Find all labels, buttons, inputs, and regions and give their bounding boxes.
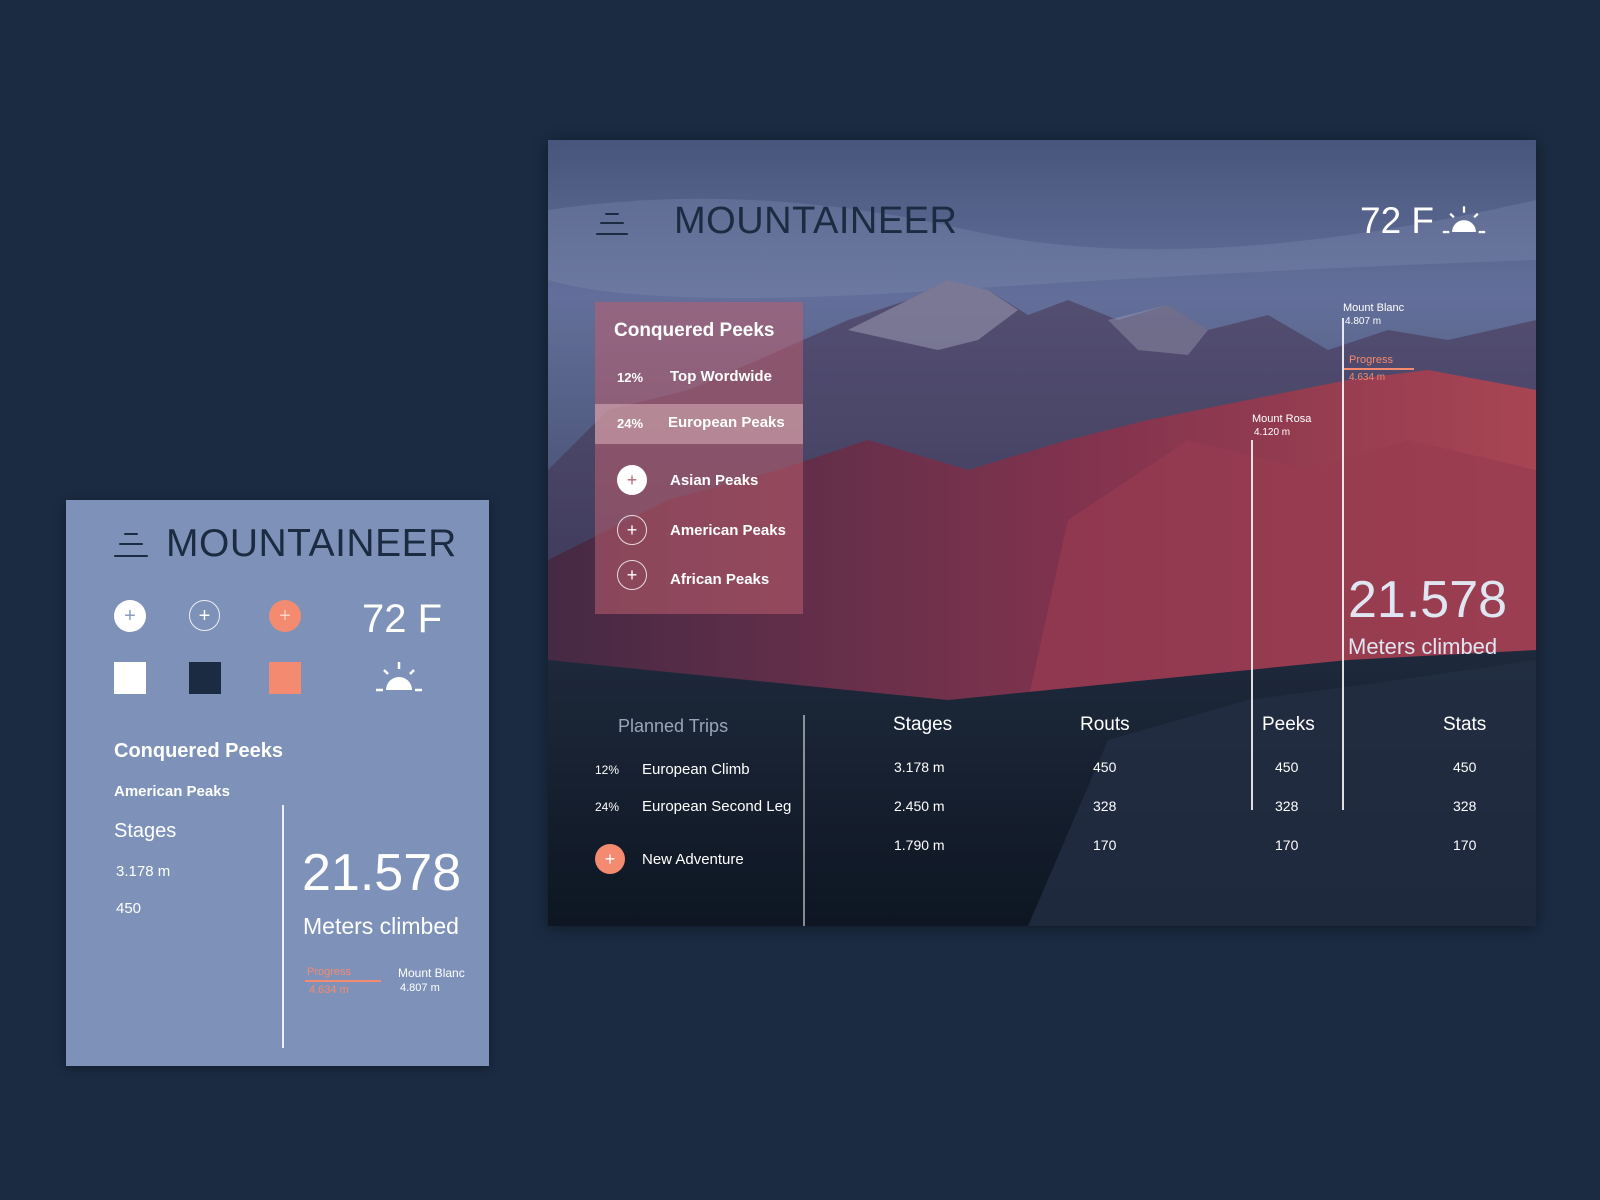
table-cell: 1.790 m — [894, 837, 945, 853]
stage-value: 3.178 m — [116, 863, 171, 880]
column-header-peeks: Peeks — [1262, 714, 1315, 735]
divider-line — [282, 805, 284, 1048]
column-header-routs: Routs — [1080, 714, 1130, 735]
plus-icon: + — [124, 605, 136, 627]
asian-peaks-label[interactable]: Asian Peaks — [670, 472, 758, 489]
add-button-coral[interactable]: + — [269, 600, 301, 632]
add-american-peaks-button[interactable]: + — [617, 515, 647, 545]
sunrise-icon — [1442, 206, 1486, 234]
conquered-peeks-panel: Conquered Peeks 12% Top Wordwide 24% Eur… — [595, 302, 803, 614]
meters-climbed-label: Meters climbed — [1348, 634, 1498, 659]
table-cell: 3.178 m — [894, 759, 945, 775]
plus-icon: + — [198, 604, 211, 627]
table-cell: 2.450 m — [894, 798, 945, 814]
add-button-outline[interactable]: + — [189, 600, 220, 631]
progress-label: Progress — [1349, 354, 1394, 366]
table-cell: 328 — [1275, 798, 1299, 814]
sunrise-icon — [376, 662, 422, 692]
trip-percent: 24% — [595, 800, 620, 814]
column-header-stats: Stats — [1443, 714, 1487, 735]
table-cell: 170 — [1093, 837, 1117, 853]
ranked-label: Top Wordwide — [670, 368, 772, 385]
add-button-white[interactable]: + — [114, 600, 146, 632]
trip-percent: 12% — [595, 763, 620, 777]
african-peaks-label[interactable]: African Peaks — [670, 571, 769, 588]
progress-line — [1344, 368, 1414, 370]
add-african-peaks-button[interactable]: + — [617, 560, 647, 590]
ranked-list-item[interactable]: 12% Top Wordwide — [595, 358, 803, 398]
ranked-label: European Peaks — [668, 414, 785, 431]
meters-climbed-value: 21.578 — [1348, 571, 1508, 629]
trip-name: European Climb — [642, 761, 750, 778]
mount-blanc-label: Mount Blanc — [1343, 302, 1405, 314]
trip-name: European Second Leg — [642, 798, 792, 815]
mount-blanc-height: 4.807 m — [1345, 316, 1382, 327]
column-header-stages: Stages — [893, 714, 953, 735]
conquered-peeks-title: Conquered Peeks — [614, 320, 775, 341]
plus-icon: + — [626, 565, 638, 585]
app-title: MOUNTAINEER — [674, 200, 958, 242]
progress-label: Progress — [307, 966, 352, 978]
table-cell: 328 — [1093, 798, 1117, 814]
meters-climbed-label: Meters climbed — [303, 913, 459, 939]
stage-value: 450 — [116, 900, 142, 917]
menu-icon[interactable] — [596, 211, 628, 237]
color-swatch-coral — [269, 662, 301, 694]
new-adventure-label[interactable]: New Adventure — [642, 851, 744, 868]
american-peaks-label[interactable]: American Peaks — [670, 522, 786, 539]
color-swatch-white — [114, 662, 146, 694]
progress-value: 4.634 m — [1349, 372, 1386, 383]
ranked-list-item-active[interactable]: 24% European Peaks — [595, 404, 803, 444]
peak-height: 4.807 m — [400, 982, 440, 994]
plus-icon: + — [626, 520, 638, 540]
table-cell: 170 — [1275, 837, 1299, 853]
table-cell: 170 — [1453, 837, 1477, 853]
table-cell: 450 — [1275, 759, 1299, 775]
menu-icon[interactable] — [114, 531, 148, 559]
color-swatch-navy — [189, 662, 221, 694]
plus-icon: + — [279, 605, 291, 627]
progress-value: 4.634 m — [309, 984, 349, 996]
style-guide-card: MOUNTAINEER + + + 72 F Conquered Peeks A… — [66, 500, 489, 1066]
mount-rosa-line — [1251, 440, 1253, 810]
ranked-percent: 12% — [617, 370, 644, 385]
table-divider — [803, 715, 805, 926]
mount-rosa-label: Mount Rosa — [1252, 413, 1312, 425]
progress-line — [305, 980, 381, 982]
trip-row[interactable]: 12% European Climb — [595, 755, 805, 785]
trip-row[interactable]: 24% European Second Leg — [595, 792, 805, 822]
table-cell: 328 — [1453, 798, 1477, 814]
app-title: MOUNTAINEER — [166, 522, 457, 565]
meters-climbed-value: 21.578 — [302, 844, 462, 902]
temperature: 72 F — [1360, 200, 1435, 241]
table-cell: 450 — [1093, 759, 1117, 775]
temperature: 72 F — [362, 597, 443, 641]
american-peaks-label: American Peaks — [114, 783, 230, 800]
mount-blanc-line — [1342, 318, 1344, 810]
add-asian-peaks-button[interactable]: + — [617, 465, 647, 495]
plus-icon: + — [626, 470, 638, 490]
mount-rosa-height: 4.120 m — [1254, 427, 1291, 438]
ranked-percent: 24% — [617, 416, 644, 431]
peak-name: Mount Blanc — [398, 966, 465, 980]
conquered-peeks-heading: Conquered Peeks — [114, 740, 283, 762]
plus-icon: + — [604, 848, 616, 869]
table-cell: 450 — [1453, 759, 1477, 775]
new-adventure-button[interactable]: + — [595, 844, 625, 874]
stages-label: Stages — [114, 820, 177, 842]
dashboard-window: MOUNTAINEER 72 F Conquered Peeks 12% Top… — [548, 140, 1536, 926]
planned-trips-title: Planned Trips — [618, 716, 729, 736]
